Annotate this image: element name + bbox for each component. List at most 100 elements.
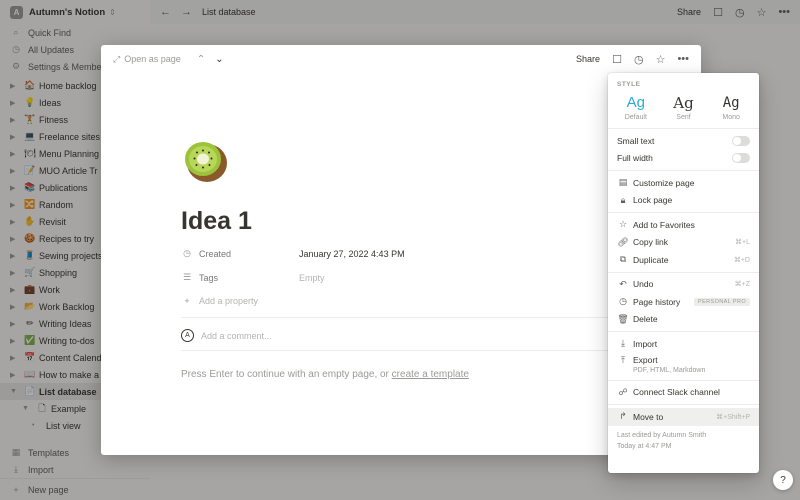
help-button[interactable]: ? bbox=[773, 470, 793, 490]
menu-label: Full width bbox=[617, 153, 653, 164]
menu-label: Delete bbox=[633, 314, 658, 325]
menu-label: Lock page bbox=[633, 195, 673, 206]
small-text-toggle-row[interactable]: Small text bbox=[608, 132, 759, 150]
move-arrow-icon: ↱ bbox=[619, 411, 627, 422]
star-icon: ☆ bbox=[618, 219, 628, 230]
menu-label: Move to bbox=[633, 411, 664, 422]
menu-group-history: ↶ Undo ⌘+Z ◷ Page history PERSONAL PRO 🗑︎ Del… bbox=[608, 273, 759, 332]
clock-icon[interactable]: ◷ bbox=[634, 53, 644, 66]
undo-item[interactable]: ↶ Undo ⌘+Z bbox=[608, 276, 759, 294]
copy-link-item[interactable]: 🔗︎ Copy link ⌘+L bbox=[608, 234, 759, 252]
style-mono-option[interactable]: Ag Mono bbox=[711, 94, 751, 121]
menu-label: Connect Slack channel bbox=[633, 387, 720, 398]
shortcut: ⌘+Shift+P bbox=[716, 413, 750, 421]
plus-icon: + bbox=[184, 296, 190, 306]
shortcut: ⌘+L bbox=[735, 239, 750, 247]
style-default-option[interactable]: Ag Default bbox=[616, 94, 656, 121]
open-as-page-label: Open as page bbox=[124, 54, 181, 64]
page-title[interactable]: Idea 1 bbox=[181, 207, 252, 236]
property-value: Empty bbox=[299, 272, 325, 283]
modal-share-button[interactable]: Share bbox=[576, 54, 600, 64]
shortcut: ⌘+Z bbox=[734, 281, 750, 289]
style-name: Mono bbox=[722, 114, 740, 121]
delete-item[interactable]: 🗑︎ Delete bbox=[608, 311, 759, 329]
page-history-item[interactable]: ◷ Page history PERSONAL PRO bbox=[608, 293, 759, 311]
style-glyph: Ag bbox=[626, 94, 645, 111]
last-edited-time: Today at 4:47 PM bbox=[617, 442, 672, 450]
plan-badge: PERSONAL PRO bbox=[694, 297, 750, 306]
modal-actions: Share ☐ ◷ ☆ ••• bbox=[576, 53, 689, 66]
expand-icon: ⤢ bbox=[113, 53, 121, 64]
menu-label: Import bbox=[633, 338, 658, 349]
style-glyph: Ag bbox=[722, 95, 740, 111]
style-serif-option[interactable]: Ag Serif bbox=[663, 94, 703, 121]
style-options: Ag Default Ag Serif Ag Mono bbox=[608, 88, 759, 129]
chevron-down-icon[interactable]: ⌄ bbox=[215, 54, 223, 65]
menu-group-slack: ☍ Connect Slack channel bbox=[608, 381, 759, 405]
clock-icon: ◷ bbox=[183, 248, 191, 258]
export-text: Export PDF, HTML, Markdown bbox=[633, 355, 705, 374]
comment-icon[interactable]: ☐ bbox=[612, 53, 622, 66]
export-item[interactable]: ⤒ Export PDF, HTML, Markdown bbox=[608, 353, 759, 377]
style-section-label: STYLE bbox=[617, 81, 641, 88]
property-created[interactable]: ◷ Created January 27, 2022 4:43 PM bbox=[181, 248, 601, 259]
open-as-page-button[interactable]: ⤢ Open as page bbox=[113, 54, 181, 65]
import-item[interactable]: ⤓ Import bbox=[608, 335, 759, 353]
full-width-toggle-row[interactable]: Full width bbox=[608, 150, 759, 168]
menu-label: Page history bbox=[633, 296, 681, 307]
property-label: Tags bbox=[199, 272, 219, 283]
small-text-toggle[interactable] bbox=[732, 135, 750, 146]
style-name: Default bbox=[624, 114, 647, 121]
lock-page-item[interactable]: 🔒︎ Lock page bbox=[608, 192, 759, 210]
modal-header: ⤢ Open as page ⌃ ⌄ Share ☐ ◷ ☆ ••• bbox=[101, 45, 701, 73]
menu-label: Duplicate bbox=[633, 254, 669, 265]
kiwi-page-icon[interactable] bbox=[181, 137, 229, 185]
star-icon[interactable]: ☆ bbox=[656, 53, 666, 66]
import-icon: ⤓ bbox=[621, 338, 625, 349]
property-value: January 27, 2022 4:43 PM bbox=[299, 248, 405, 259]
slack-icon: ☍ bbox=[618, 386, 628, 397]
export-formats: PDF, HTML, Markdown bbox=[633, 366, 706, 374]
list-icon: ☰ bbox=[182, 272, 192, 282]
history-icon: ◷ bbox=[619, 296, 627, 307]
hint-text: Press Enter to continue with an empty pa… bbox=[181, 369, 392, 380]
style-glyph: Ag bbox=[673, 94, 694, 112]
last-edited-by: Last edited by Autumn Smith bbox=[617, 431, 707, 439]
comment-placeholder: Add a comment... bbox=[201, 330, 272, 341]
menu-label: Undo bbox=[633, 279, 654, 290]
menu-group-share: ☆ Add to Favorites 🔗︎ Copy link ⌘+L ⧉ Duplic… bbox=[608, 213, 759, 273]
export-icon: ⤒ bbox=[621, 354, 625, 365]
move-to-item[interactable]: ↱ Move to ⌘+Shift+P bbox=[608, 408, 759, 426]
undo-icon: ↶ bbox=[619, 278, 627, 289]
trash-icon: 🗑︎ bbox=[617, 313, 629, 324]
menu-label: Export bbox=[633, 354, 658, 365]
comment-input[interactable]: A Add a comment... bbox=[181, 329, 272, 342]
add-property-label: Add a property bbox=[199, 296, 259, 306]
document-icon: ▤ bbox=[618, 177, 628, 188]
connect-slack-item[interactable]: ☍ Connect Slack channel bbox=[608, 384, 759, 402]
avatar: A bbox=[181, 329, 194, 342]
menu-group-text: Small text Full width bbox=[608, 129, 759, 171]
add-to-favorites-item[interactable]: ☆ Add to Favorites bbox=[608, 216, 759, 234]
menu-group-page: ▤ Customize page 🔒︎ Lock page bbox=[608, 171, 759, 213]
duplicate-item[interactable]: ⧉ Duplicate ⌘+D bbox=[608, 251, 759, 269]
shortcut: ⌘+D bbox=[733, 256, 750, 264]
more-icon[interactable]: ••• bbox=[677, 53, 689, 65]
property-label: Created bbox=[199, 248, 232, 259]
duplicate-icon: ⧉ bbox=[619, 254, 627, 265]
menu-label: Copy link bbox=[633, 237, 668, 248]
page-nav: ⌃ ⌄ bbox=[197, 54, 224, 65]
chevron-up-icon[interactable]: ⌃ bbox=[197, 54, 205, 65]
page-options-menu: STYLE Ag Default Ag Serif Ag Mono Small … bbox=[608, 73, 759, 473]
add-property-button[interactable]: + Add a property bbox=[181, 296, 601, 306]
divider bbox=[181, 350, 621, 351]
menu-label: Customize page bbox=[633, 177, 695, 188]
create-template-link[interactable]: create a template bbox=[392, 369, 469, 380]
menu-label: Small text bbox=[617, 135, 655, 146]
menu-group-io: ⤓ Import ⤒ Export PDF, HTML, Markdown bbox=[608, 332, 759, 381]
property-tags[interactable]: ☰ Tags Empty bbox=[181, 272, 601, 283]
lock-icon: 🔒︎ bbox=[620, 194, 626, 205]
full-width-toggle[interactable] bbox=[732, 153, 750, 164]
customize-page-item[interactable]: ▤ Customize page bbox=[608, 174, 759, 192]
link-icon: 🔗︎ bbox=[617, 236, 629, 247]
